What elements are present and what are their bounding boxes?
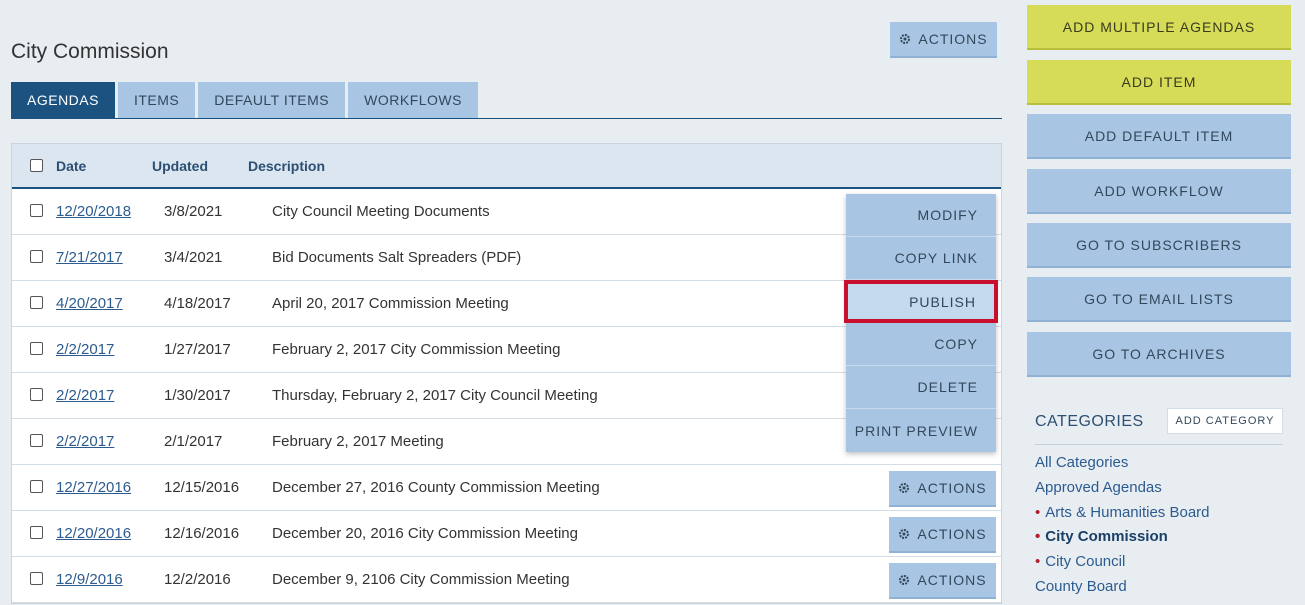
- row-date-link[interactable]: 2/2/2017: [56, 387, 114, 404]
- menu-item-delete[interactable]: DELETE: [846, 366, 996, 409]
- tab-items[interactable]: ITEMS: [117, 82, 196, 118]
- go-to-email-lists-button[interactable]: GO TO EMAIL LISTS: [1027, 277, 1291, 322]
- gear-icon: [899, 483, 910, 493]
- row-actions-button[interactable]: ACTIONS: [889, 517, 996, 553]
- row-date-link[interactable]: 12/20/2018: [56, 203, 131, 220]
- gear-icon: [900, 34, 911, 44]
- row-description: City Council Meeting Documents: [272, 203, 490, 220]
- category-item[interactable]: • City Commission: [1035, 528, 1210, 553]
- category-item[interactable]: • Arts & Humanities Board: [1035, 504, 1210, 529]
- row-updated: 12/2/2016: [164, 571, 231, 588]
- gear-icon: [899, 575, 910, 585]
- row-updated: 3/8/2021: [164, 203, 223, 220]
- category-item[interactable]: County Board: [1035, 578, 1210, 603]
- row-updated: 12/15/2016: [164, 479, 240, 496]
- table-header: Date Updated Description: [12, 144, 1001, 189]
- row-date-link[interactable]: 2/2/2017: [56, 433, 114, 450]
- category-label: City Council: [1045, 553, 1126, 571]
- row-actions-label: ACTIONS: [917, 480, 987, 496]
- table-row: 12/20/2016 12/16/2016 December 20, 2016 Ci…: [12, 511, 1001, 557]
- header-date[interactable]: Date: [56, 158, 86, 174]
- menu-item-publish[interactable]: PUBLISH: [844, 280, 998, 323]
- select-all-checkbox[interactable]: [30, 159, 43, 172]
- category-label: City Commission: [1045, 528, 1168, 546]
- dot-bullet-icon: •: [1035, 528, 1041, 546]
- go-to-archives-button[interactable]: GO TO ARCHIVES: [1027, 332, 1291, 377]
- row-actions-button[interactable]: ACTIONS: [889, 563, 996, 599]
- tab-default-items[interactable]: DEFAULT ITEMS: [198, 82, 346, 118]
- row-updated: 2/1/2017: [164, 433, 223, 450]
- row-checkbox[interactable]: [30, 204, 43, 217]
- menu-item-print-preview[interactable]: PRINT PREVIEW: [846, 409, 996, 452]
- dot-bullet-icon: •: [1035, 553, 1041, 571]
- row-description: December 9, 2106 City Commission Meeting: [272, 571, 570, 588]
- row-description: February 2, 2017 Meeting: [272, 433, 444, 450]
- row-description: December 20, 2016 City Commission Meetin…: [272, 525, 578, 542]
- row-checkbox[interactable]: [30, 572, 43, 585]
- category-label: Approved Agendas: [1035, 478, 1162, 496]
- row-description: April 20, 2017 Commission Meeting: [272, 295, 509, 312]
- row-checkbox[interactable]: [30, 480, 43, 493]
- row-date-link[interactable]: 12/9/2016: [56, 571, 123, 588]
- add-default-item-button[interactable]: ADD DEFAULT ITEM: [1027, 114, 1291, 159]
- row-checkbox[interactable]: [30, 250, 43, 263]
- row-checkbox[interactable]: [30, 388, 43, 401]
- header-description[interactable]: Description: [248, 158, 325, 174]
- add-item-button[interactable]: ADD ITEM: [1027, 60, 1291, 105]
- add-workflow-button[interactable]: ADD WORKFLOW: [1027, 169, 1291, 214]
- row-updated: 1/30/2017: [164, 387, 231, 404]
- tab-workflows[interactable]: WORKFLOWS: [348, 82, 478, 118]
- actions-label: ACTIONS: [918, 31, 988, 47]
- add-category-button[interactable]: ADD CATEGORY: [1167, 408, 1283, 434]
- row-date-link[interactable]: 7/21/2017: [56, 249, 123, 266]
- category-label: Arts & Humanities Board: [1045, 503, 1210, 521]
- table-row: 12/27/2016 12/15/2016 December 27, 2016 Co…: [12, 465, 1001, 511]
- tab-bar: AGENDAS ITEMS DEFAULT ITEMS WORKFLOWS: [11, 82, 478, 118]
- row-actions-label: ACTIONS: [917, 526, 987, 542]
- menu-item-copy[interactable]: COPY: [846, 323, 996, 366]
- row-checkbox[interactable]: [30, 342, 43, 355]
- menu-item-modify[interactable]: MODIFY: [846, 194, 996, 237]
- row-updated: 1/27/2017: [164, 341, 231, 358]
- row-actions-button[interactable]: ACTIONS: [889, 471, 996, 507]
- row-checkbox[interactable]: [30, 526, 43, 539]
- actions-button[interactable]: ACTIONS: [890, 22, 997, 58]
- row-description: February 2, 2017 City Commission Meeting: [272, 341, 561, 358]
- row-updated: 4/18/2017: [164, 295, 231, 312]
- row-updated: 12/16/2016: [164, 525, 240, 542]
- row-description: Thursday, February 2, 2017 City Council …: [272, 387, 598, 404]
- row-checkbox[interactable]: [30, 434, 43, 447]
- go-to-subscribers-button[interactable]: GO TO SUBSCRIBERS: [1027, 223, 1291, 268]
- category-item[interactable]: All Categories: [1035, 454, 1210, 479]
- menu-item-copy-link[interactable]: COPY LINK: [846, 237, 996, 280]
- add-multiple-agendas-button[interactable]: ADD MULTIPLE AGENDAS: [1027, 5, 1291, 50]
- actions-dropdown-menu: MODIFY COPY LINK PUBLISH COPY DELETE PRI…: [844, 194, 998, 452]
- page-title: City Commission: [11, 40, 169, 64]
- header-updated[interactable]: Updated: [152, 158, 208, 174]
- row-date-link[interactable]: 2/2/2017: [56, 341, 114, 358]
- table-row: 12/9/2016 12/2/2016 December 9, 2106 City …: [12, 557, 1001, 603]
- category-item[interactable]: • City Council: [1035, 553, 1210, 578]
- row-date-link[interactable]: 12/20/2016: [56, 525, 131, 542]
- tab-agendas[interactable]: AGENDAS: [11, 82, 115, 118]
- dot-bullet-icon: •: [1035, 503, 1041, 521]
- category-label: All Categories: [1035, 454, 1129, 471]
- tabs-divider: [11, 118, 1002, 119]
- categories-divider: [1035, 444, 1283, 445]
- row-updated: 3/4/2021: [164, 249, 223, 266]
- categories-title: CATEGORIES: [1035, 413, 1144, 430]
- row-date-link[interactable]: 12/27/2016: [56, 479, 131, 496]
- row-description: December 27, 2016 County Commission Meet…: [272, 479, 600, 496]
- categories-list: All Categories Approved Agendas • Arts & Hu…: [1035, 454, 1210, 603]
- row-description: Bid Documents Salt Spreaders (PDF): [272, 249, 522, 266]
- row-checkbox[interactable]: [30, 296, 43, 309]
- category-label: County Board: [1035, 577, 1127, 595]
- category-item[interactable]: Approved Agendas: [1035, 479, 1210, 504]
- row-date-link[interactable]: 4/20/2017: [56, 295, 123, 312]
- gear-icon: [899, 529, 910, 539]
- row-actions-label: ACTIONS: [917, 572, 987, 588]
